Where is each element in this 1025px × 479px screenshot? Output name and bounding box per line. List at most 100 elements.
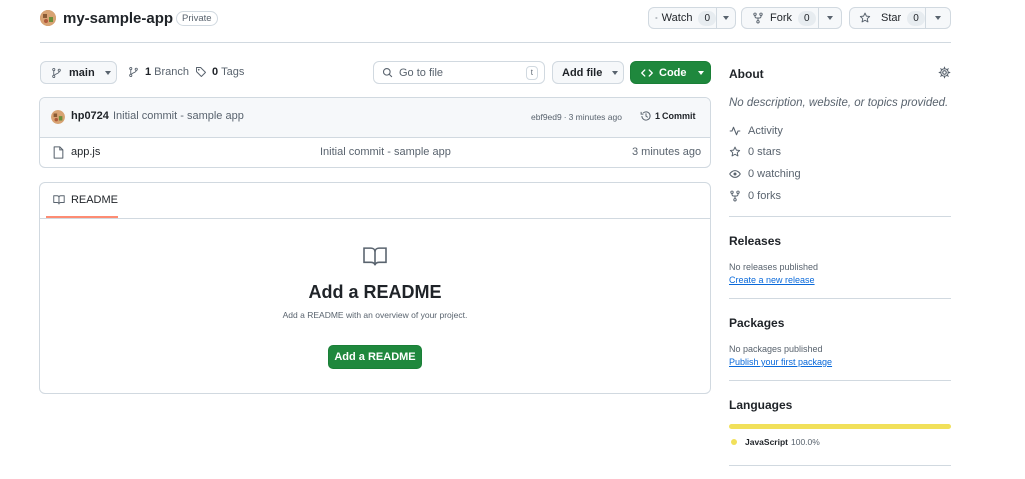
star-icon <box>859 12 871 23</box>
language-bar-javascript <box>729 424 951 429</box>
commit-author-avatar-icon[interactable] <box>51 110 65 124</box>
about-title: About <box>729 67 764 81</box>
repo-name[interactable]: my-sample-app <box>63 10 173 27</box>
readme-empty-title: Add a README <box>308 282 442 302</box>
add-file-label: Add file <box>562 66 603 79</box>
readme-tab-divider <box>40 218 710 219</box>
code-button[interactable]: Code <box>630 61 711 84</box>
branches-link[interactable]: 1 Branch <box>128 66 189 78</box>
activity-link[interactable]: Activity <box>729 125 783 137</box>
language-name: JavaScript <box>745 437 788 447</box>
star-icon <box>729 146 741 157</box>
file-table: hp0724 Initial commit - sample app ebf9e… <box>39 97 711 168</box>
commit-message[interactable]: Initial commit - sample app <box>113 110 244 122</box>
history-icon <box>640 111 651 121</box>
commit-author[interactable]: hp0724 <box>71 110 109 122</box>
chevron-down-icon <box>935 16 941 20</box>
readme-tab[interactable]: README <box>46 183 118 218</box>
watching-link[interactable]: 0 watching <box>729 168 801 180</box>
commit-time: 3 minutes ago <box>568 112 622 122</box>
star-count: 0 <box>907 10 925 26</box>
forks-link[interactable]: 0 forks <box>729 190 781 202</box>
add-readme-button[interactable]: Add a README <box>328 345 422 369</box>
branch-icon <box>129 67 138 77</box>
gear-icon[interactable] <box>938 66 951 79</box>
tags-label: Tags <box>221 66 245 78</box>
commit-history-link[interactable]: 1 Commit <box>640 110 696 122</box>
star-button[interactable]: Star 0 <box>849 7 951 29</box>
branch-icon <box>52 67 61 78</box>
pulse-icon <box>729 126 741 136</box>
readme-tab-label: README <box>70 193 118 206</box>
publish-package-link[interactable]: Publish your first package <box>729 357 832 367</box>
releases-empty-text: No releases published <box>729 262 819 272</box>
file-commit-time: 3 minutes ago <box>632 146 702 158</box>
latest-commit-bar: hp0724 Initial commit - sample app ebf9e… <box>40 98 710 138</box>
about-description: No description, website, or topics provi… <box>729 97 949 109</box>
commit-count-label: Commit <box>662 111 696 121</box>
commit-separator: · <box>563 112 567 122</box>
star-label: Star <box>881 12 902 24</box>
readme-empty-description: Add a README with an overview of your pr… <box>282 310 468 320</box>
language-percent: 100.0% <box>791 437 820 447</box>
activity-label: Activity <box>748 125 783 137</box>
watch-button[interactable]: Watch 0 <box>648 7 736 29</box>
add-file-button[interactable]: Add file <box>552 61 624 84</box>
chevron-down-icon <box>104 70 111 75</box>
branch-selector[interactable]: main <box>40 61 117 84</box>
star-dropdown[interactable] <box>926 16 950 20</box>
watch-label: Watch <box>661 12 693 24</box>
search-shortcut-key: t <box>525 66 538 80</box>
forks-label: 0 forks <box>748 190 782 202</box>
go-to-file-search[interactable]: Go to file t <box>373 61 545 84</box>
tags-count: 0 <box>212 66 219 78</box>
watch-dropdown[interactable] <box>717 16 735 20</box>
language-bar <box>729 424 951 429</box>
commit-meta: ebf9ed9 · 3 minutes ago <box>531 112 622 122</box>
watching-label: 0 watching <box>748 168 801 180</box>
branches-label: Branch <box>154 66 189 78</box>
branches-count: 1 <box>145 66 152 78</box>
file-row[interactable]: app.js Initial commit - sample app 3 min… <box>40 138 710 167</box>
fork-icon <box>730 190 740 202</box>
file-commit-message[interactable]: Initial commit - sample app <box>320 146 451 158</box>
packages-title[interactable]: Packages <box>729 316 784 330</box>
stars-label: 0 stars <box>748 146 782 158</box>
chevron-down-icon <box>827 16 833 20</box>
owner-avatar-icon[interactable] <box>40 10 56 26</box>
eye-icon <box>729 170 741 178</box>
search-icon <box>382 67 393 78</box>
fork-button[interactable]: Fork 0 <box>741 7 842 29</box>
header-divider <box>40 42 951 43</box>
fork-dropdown[interactable] <box>819 16 841 20</box>
chevron-down-icon <box>723 16 729 20</box>
code-label: Code <box>659 66 687 79</box>
fork-icon <box>753 12 763 24</box>
fork-label: Fork <box>770 12 792 24</box>
commit-count: 1 <box>655 111 661 121</box>
file-icon <box>53 146 64 159</box>
tag-icon <box>196 67 206 77</box>
code-icon <box>641 68 653 77</box>
stars-link[interactable]: 0 stars <box>729 146 781 158</box>
releases-title[interactable]: Releases <box>729 234 781 248</box>
chevron-down-icon <box>612 70 619 75</box>
file-name[interactable]: app.js <box>71 146 100 158</box>
languages-title: Languages <box>729 398 793 412</box>
eye-icon <box>655 17 658 19</box>
tags-link[interactable]: 0 Tags <box>195 66 244 78</box>
create-release-link[interactable]: Create a new release <box>729 275 815 285</box>
packages-empty-text: No packages published <box>729 344 823 354</box>
language-item-javascript[interactable]: JavaScript 100.0% <box>731 437 820 447</box>
sidebar-divider <box>729 465 951 466</box>
sidebar-divider <box>729 216 951 217</box>
book-icon <box>53 195 65 205</box>
chevron-down-icon <box>697 70 704 75</box>
language-color-dot <box>731 439 737 445</box>
book-icon <box>363 247 387 266</box>
branch-name: main <box>69 66 95 79</box>
sidebar-divider <box>729 380 951 381</box>
commit-sha[interactable]: ebf9ed9 <box>531 112 562 122</box>
search-placeholder: Go to file <box>399 66 444 79</box>
readme-box: README Add a README Add a README with an… <box>39 182 711 394</box>
